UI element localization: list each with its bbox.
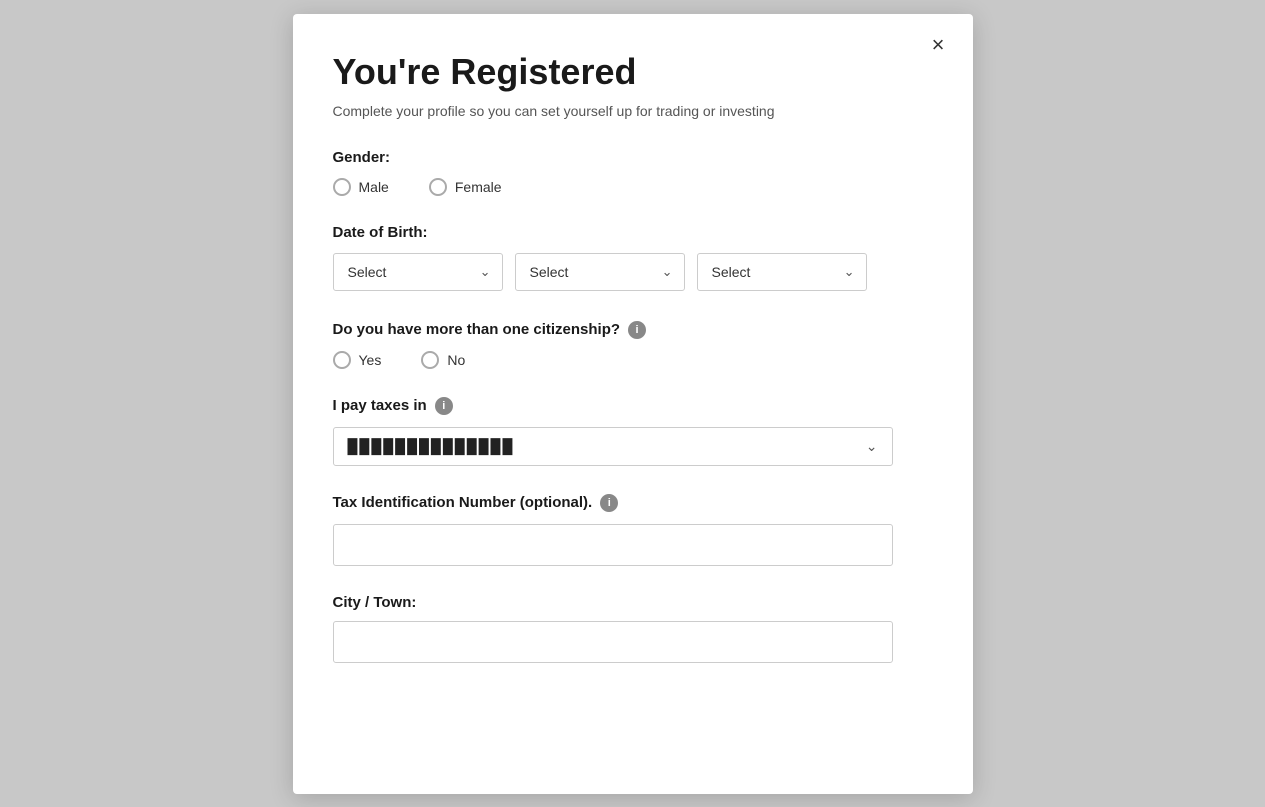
dob-day-wrapper: Select ⌄ [333, 253, 503, 291]
tin-input-container [333, 524, 933, 566]
dob-month-select[interactable]: Select [515, 253, 685, 291]
taxes-label: I pay taxes in [333, 397, 427, 414]
taxes-section: I pay taxes in i ██████████████ ⌄ [333, 397, 933, 466]
citizenship-no-radio[interactable] [421, 351, 439, 369]
city-input[interactable] [333, 621, 893, 663]
gender-male-radio[interactable] [333, 178, 351, 196]
gender-female-label: Female [455, 179, 502, 195]
dob-section: Date of Birth: Select ⌄ Select ⌄ Sele [333, 224, 933, 291]
gender-female-radio[interactable] [429, 178, 447, 196]
gender-section: Gender: Male Female [333, 149, 933, 196]
registration-modal: × You're Registered Complete your profil… [293, 14, 973, 794]
dob-year-select[interactable]: Select [697, 253, 867, 291]
tin-section: Tax Identification Number (optional). i [333, 494, 933, 566]
dob-year-wrapper: Select ⌄ [697, 253, 867, 291]
dob-label: Date of Birth: [333, 224, 933, 241]
dob-dropdowns: Select ⌄ Select ⌄ Select ⌄ [333, 253, 933, 291]
taxes-selected-value: ██████████████ [348, 438, 866, 454]
citizenship-yes-label: Yes [359, 352, 382, 368]
citizenship-radio-group: Yes No [333, 351, 933, 369]
gender-male-option[interactable]: Male [333, 178, 389, 196]
taxes-field[interactable]: ██████████████ ⌄ [333, 427, 893, 466]
dob-month-wrapper: Select ⌄ [515, 253, 685, 291]
citizenship-section: Do you have more than one citizenship? i… [333, 321, 933, 369]
citizenship-info-icon[interactable]: i [628, 321, 646, 339]
modal-title: You're Registered [333, 50, 933, 93]
close-button[interactable]: × [924, 30, 953, 60]
citizenship-label: Do you have more than one citizenship? [333, 321, 621, 338]
modal-overlay: × You're Registered Complete your profil… [0, 0, 1265, 807]
taxes-label-row: I pay taxes in i [333, 397, 933, 415]
citizenship-no-option[interactable]: No [421, 351, 465, 369]
dob-day-select[interactable]: Select [333, 253, 503, 291]
city-label: City / Town: [333, 594, 933, 611]
modal-subtitle: Complete your profile so you can set you… [333, 103, 933, 119]
tin-label: Tax Identification Number (optional). [333, 494, 593, 511]
citizenship-yes-option[interactable]: Yes [333, 351, 382, 369]
gender-male-label: Male [359, 179, 389, 195]
citizenship-no-label: No [447, 352, 465, 368]
tin-label-row: Tax Identification Number (optional). i [333, 494, 933, 512]
gender-label: Gender: [333, 149, 933, 166]
taxes-chevron-icon: ⌄ [866, 438, 878, 455]
citizenship-yes-radio[interactable] [333, 351, 351, 369]
gender-female-option[interactable]: Female [429, 178, 502, 196]
taxes-dropdown-container: ██████████████ ⌄ [333, 427, 933, 466]
taxes-info-icon[interactable]: i [435, 397, 453, 415]
citizenship-label-row: Do you have more than one citizenship? i [333, 321, 933, 339]
tin-input[interactable] [333, 524, 893, 566]
gender-radio-group: Male Female [333, 178, 933, 196]
tin-info-icon[interactable]: i [600, 494, 618, 512]
city-section: City / Town: [333, 594, 933, 663]
